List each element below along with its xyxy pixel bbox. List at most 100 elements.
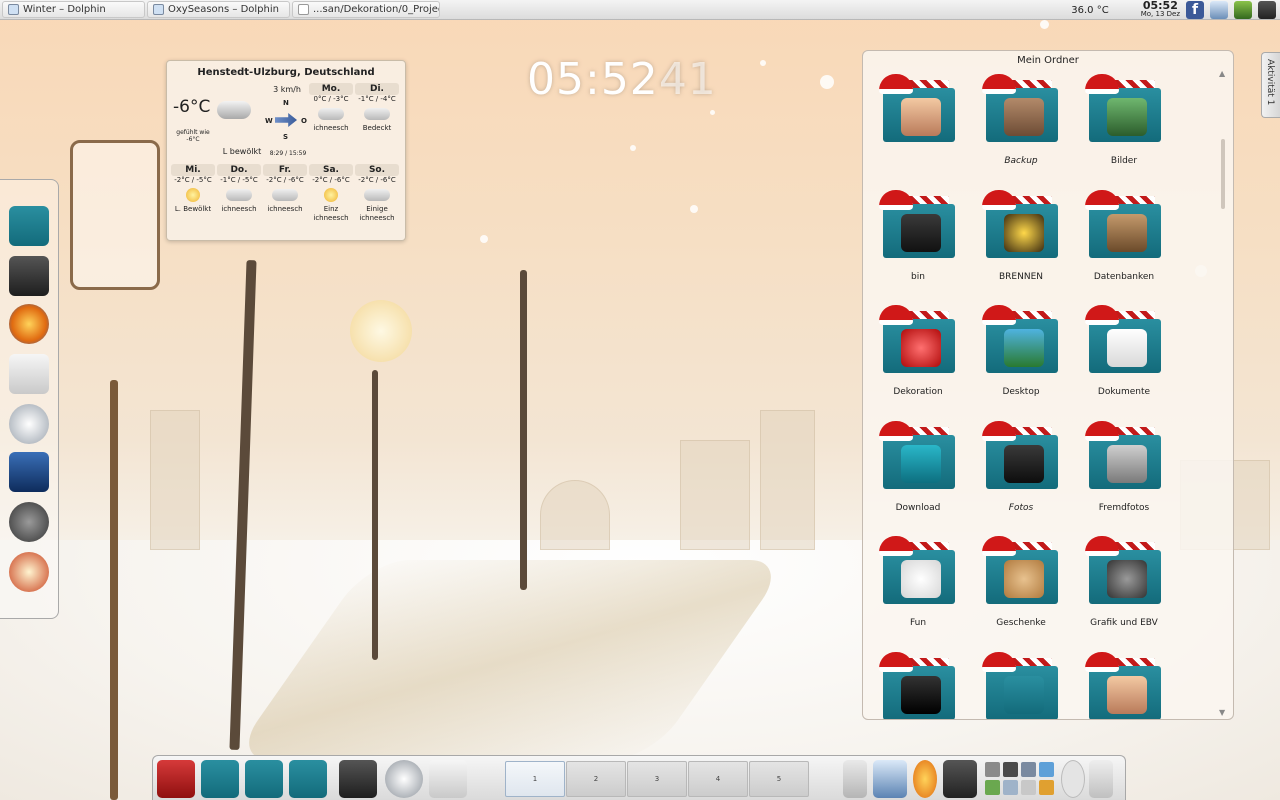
nature-folder-icon[interactable] (245, 760, 283, 798)
battery-icon[interactable] (1039, 762, 1054, 777)
task-label: ...san/Dekoration/0_Projects/p (313, 4, 439, 15)
task-oxyseasons-dolphin[interactable]: OxySeasons – Dolphin (147, 1, 290, 18)
network-small-icon[interactable] (1003, 780, 1018, 795)
folder-item[interactable]: Geschenke (971, 528, 1071, 638)
folder-view-scrollbar[interactable]: ▲ ▼ (1219, 69, 1228, 717)
folder-item[interactable]: Fremdfotos (1074, 413, 1174, 523)
pager-desktop-4[interactable]: 4 (688, 761, 748, 797)
activity-tab[interactable]: Aktivität 1 (1261, 52, 1280, 118)
gift-icon[interactable] (9, 552, 49, 592)
folder-item[interactable]: Desktop (971, 297, 1071, 407)
folder-item-label: BRENNEN (999, 271, 1043, 282)
panel-clock[interactable]: 05:52 Mo, 13 Dez (1141, 0, 1180, 19)
system-monitor-icon[interactable] (9, 256, 49, 296)
network-icon[interactable] (1210, 1, 1228, 19)
folder-icon (982, 74, 1058, 142)
pager-desktop-3[interactable]: 3 (627, 761, 687, 797)
kde-menu-icon[interactable] (157, 760, 195, 798)
gimp-icon[interactable] (9, 502, 49, 542)
pager-desktop-2[interactable]: 2 (566, 761, 626, 797)
folder-item-label: Geschenke (996, 618, 1046, 628)
folder-item-label: Fotos (1008, 502, 1034, 513)
folder-item[interactable]: Download (868, 413, 968, 523)
folder-icon (1085, 305, 1161, 373)
folder-item[interactable]: Grafik und EBV (1074, 528, 1174, 638)
pager-desktop-1[interactable]: 1 (505, 761, 565, 797)
folder-item[interactable]: Datenbanken (1074, 182, 1174, 292)
sun-icon (186, 188, 200, 202)
teddy-bear-icon (1004, 560, 1044, 598)
facebook-icon[interactable]: f (1186, 1, 1204, 19)
weather-widget[interactable]: Henstedt-Ulzburg, Deutschland -6°C gefüh… (166, 60, 406, 241)
folder-item[interactable] (868, 66, 968, 176)
system-monitor-icon[interactable] (339, 760, 377, 798)
display-settings-icon[interactable] (9, 452, 49, 492)
forecast-day: Mo. 0°C / -3°C ichneesch (309, 83, 353, 133)
folder-item[interactable]: Fun (868, 528, 968, 638)
snowman-icon (901, 560, 941, 598)
santa-hat-icon (1085, 420, 1119, 441)
info-icon[interactable] (1061, 760, 1085, 798)
calendar-icon[interactable] (9, 354, 49, 394)
calendar-icon[interactable] (429, 760, 467, 798)
santa-hat-icon (982, 536, 1016, 556)
folder-item[interactable] (1074, 644, 1174, 719)
folder-icon (982, 536, 1058, 604)
clipboard-icon[interactable] (843, 760, 867, 798)
forecast-day: Fr. -2°C / -6°C ichneesch (263, 164, 307, 214)
disk-icon[interactable] (1021, 780, 1036, 795)
red-folder-icon[interactable] (289, 760, 327, 798)
update-icon[interactable] (913, 760, 937, 798)
wallpaper-building (540, 480, 610, 550)
santa-hat-icon (879, 305, 913, 325)
folder-icon (982, 651, 1058, 719)
forecast-condition: Einige ichneesch (359, 205, 395, 222)
folder-item[interactable]: bin (868, 182, 968, 292)
firefox-icon[interactable] (9, 304, 49, 344)
photo-icon[interactable] (1234, 1, 1252, 19)
tools-icon[interactable] (985, 762, 1000, 777)
folder-item[interactable] (971, 644, 1071, 719)
santa-hat-icon (982, 651, 1016, 672)
folder-item[interactable]: Fotos (971, 413, 1071, 523)
monitor-icon[interactable] (1258, 1, 1276, 19)
weather-location: Henstedt-Ulzburg, Deutschland (197, 67, 375, 78)
task-winter-dolphin[interactable]: Winter – Dolphin (2, 1, 145, 18)
folder-item-label: Datenbanken (1093, 271, 1155, 282)
folder-small-icon[interactable] (985, 780, 1000, 795)
pager-desktop-5[interactable]: 5 (749, 761, 809, 797)
rocket-icon[interactable] (385, 760, 423, 798)
scroll-up-arrow-icon[interactable]: ▲ (1219, 69, 1225, 78)
home-folder-icon[interactable] (201, 760, 239, 798)
compass-south: S (283, 133, 289, 141)
forecast-day: Mi. -2°C / -5°C L. Bewölkt (171, 164, 215, 214)
forecast-day-name: Di. (355, 83, 399, 95)
folder-item[interactable] (868, 644, 968, 719)
folder-view-widget[interactable]: Mein Ordner Backup Bilder bin BRENNEN Datenb… (862, 50, 1234, 720)
usb-device-icon[interactable] (873, 760, 907, 798)
scroll-down-arrow-icon[interactable]: ▼ (1219, 708, 1225, 717)
rocket-icon[interactable] (9, 404, 49, 444)
folder-item[interactable]: BRENNEN (971, 182, 1071, 292)
display-icon[interactable] (943, 760, 977, 798)
scrollbar-thumb[interactable] (1221, 139, 1225, 209)
notes-icon[interactable] (1039, 780, 1054, 795)
task-projects-folder[interactable]: ...san/Dekoration/0_Projects/p (292, 1, 440, 18)
compass-west: W (265, 117, 273, 125)
folder-item[interactable]: Bilder (1074, 66, 1174, 176)
folder-icon (879, 536, 955, 604)
forecast-day: Sa. -2°C / -6°C Einz ichneesch (309, 164, 353, 223)
volume-icon[interactable] (1089, 760, 1113, 798)
folder-icon (879, 74, 955, 142)
folder-item[interactable]: Dekoration (868, 297, 968, 407)
home-folder-icon[interactable] (9, 206, 49, 246)
sun-icon (324, 188, 338, 202)
santa-hat-icon (879, 74, 913, 94)
wind-arrow-icon (275, 113, 297, 127)
folder-item[interactable]: Backup (971, 66, 1071, 176)
pen-icon[interactable] (1021, 762, 1036, 777)
left-launcher-dock (0, 179, 59, 619)
folder-icon (879, 651, 955, 719)
terminal-icon[interactable] (1003, 762, 1018, 777)
folder-item[interactable]: Dokumente (1074, 297, 1174, 407)
